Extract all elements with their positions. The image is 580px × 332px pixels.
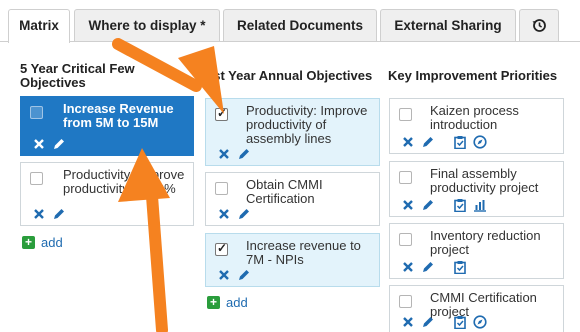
card-text: Increase revenue to 7M - NPIs	[246, 238, 361, 267]
card-checkbox[interactable]	[399, 108, 412, 121]
tab-related-documents[interactable]: Related Documents	[223, 9, 377, 42]
card-checkbox[interactable]	[215, 241, 228, 256]
bar-chart-icon[interactable]	[473, 198, 487, 212]
card-text: Productivity: Improve productivity of as…	[246, 103, 368, 146]
card-text: Increase Revenue from 5M to 15M	[63, 101, 174, 130]
objective-card[interactable]: Productivity: Improve productivity by 60…	[20, 162, 194, 226]
tab-matrix[interactable]: Matrix	[8, 9, 70, 43]
pencil-icon[interactable]	[237, 207, 251, 221]
priority-card[interactable]: Kaizen process introduction	[389, 98, 564, 154]
annual-objective-card[interactable]: Obtain CMMI Certification	[205, 172, 380, 226]
objective-card-selected[interactable]: Increase Revenue from 5M to 15M	[20, 96, 194, 156]
card-checkbox[interactable]	[215, 106, 228, 121]
close-icon[interactable]	[217, 147, 231, 161]
history-icon	[532, 19, 546, 32]
card-text: Productivity: Improve productivity by 60…	[63, 167, 185, 196]
tab-bar: Matrix Where to display * Related Docume…	[0, 0, 580, 43]
close-icon[interactable]	[401, 260, 415, 274]
priority-card[interactable]: Final assembly productivity project	[389, 161, 564, 217]
plus-icon: +	[207, 296, 220, 309]
tab-external-sharing[interactable]: External Sharing	[380, 9, 516, 42]
close-icon[interactable]	[217, 268, 231, 282]
pencil-icon[interactable]	[237, 147, 251, 161]
add-annual-button[interactable]: + add	[207, 295, 248, 310]
annual-objective-card[interactable]: Productivity: Improve productivity of as…	[205, 98, 380, 166]
priority-card[interactable]: Inventory reduction project	[389, 223, 564, 279]
close-icon[interactable]	[217, 207, 231, 221]
clipboard-icon[interactable]	[453, 260, 467, 274]
compass-icon[interactable]	[473, 315, 487, 329]
card-checkbox[interactable]	[215, 182, 228, 195]
clipboard-icon[interactable]	[453, 135, 467, 149]
add-label: add	[41, 235, 63, 250]
card-text: Obtain CMMI Certification	[246, 177, 323, 206]
header-five-year: 5 Year Critical Few Objectives	[20, 61, 135, 90]
pencil-icon[interactable]	[421, 135, 435, 149]
clipboard-icon[interactable]	[453, 315, 467, 329]
annual-objective-card[interactable]: Increase revenue to 7M - NPIs	[205, 233, 380, 287]
card-checkbox[interactable]	[399, 233, 412, 246]
card-text: Final assembly productivity project	[430, 166, 539, 195]
card-checkbox[interactable]	[399, 171, 412, 184]
pencil-icon[interactable]	[421, 315, 435, 329]
pencil-icon[interactable]	[421, 198, 435, 212]
priority-card[interactable]: CMMI Certification project	[389, 285, 564, 332]
close-icon[interactable]	[401, 315, 415, 329]
pencil-icon[interactable]	[52, 137, 66, 151]
card-text: Kaizen process introduction	[430, 103, 519, 132]
card-checkbox[interactable]	[30, 106, 43, 119]
close-icon[interactable]	[401, 135, 415, 149]
card-checkbox[interactable]	[399, 295, 412, 308]
compass-icon[interactable]	[473, 135, 487, 149]
card-text: Inventory reduction project	[430, 228, 541, 257]
close-icon[interactable]	[32, 207, 46, 221]
tab-history[interactable]	[519, 9, 559, 42]
add-five-year-button[interactable]: + add	[22, 235, 63, 250]
pencil-icon[interactable]	[52, 207, 66, 221]
add-label: add	[226, 295, 248, 310]
header-first-year: 1st Year Annual Objectives	[206, 68, 373, 83]
pencil-icon[interactable]	[237, 268, 251, 282]
header-priorities: Key Improvement Priorities	[388, 68, 558, 83]
close-icon[interactable]	[32, 137, 46, 151]
card-checkbox[interactable]	[30, 172, 43, 185]
close-icon[interactable]	[401, 198, 415, 212]
tab-where-to-display[interactable]: Where to display *	[74, 9, 220, 42]
clipboard-icon[interactable]	[453, 198, 467, 212]
pencil-icon[interactable]	[421, 260, 435, 274]
plus-icon: +	[22, 236, 35, 249]
